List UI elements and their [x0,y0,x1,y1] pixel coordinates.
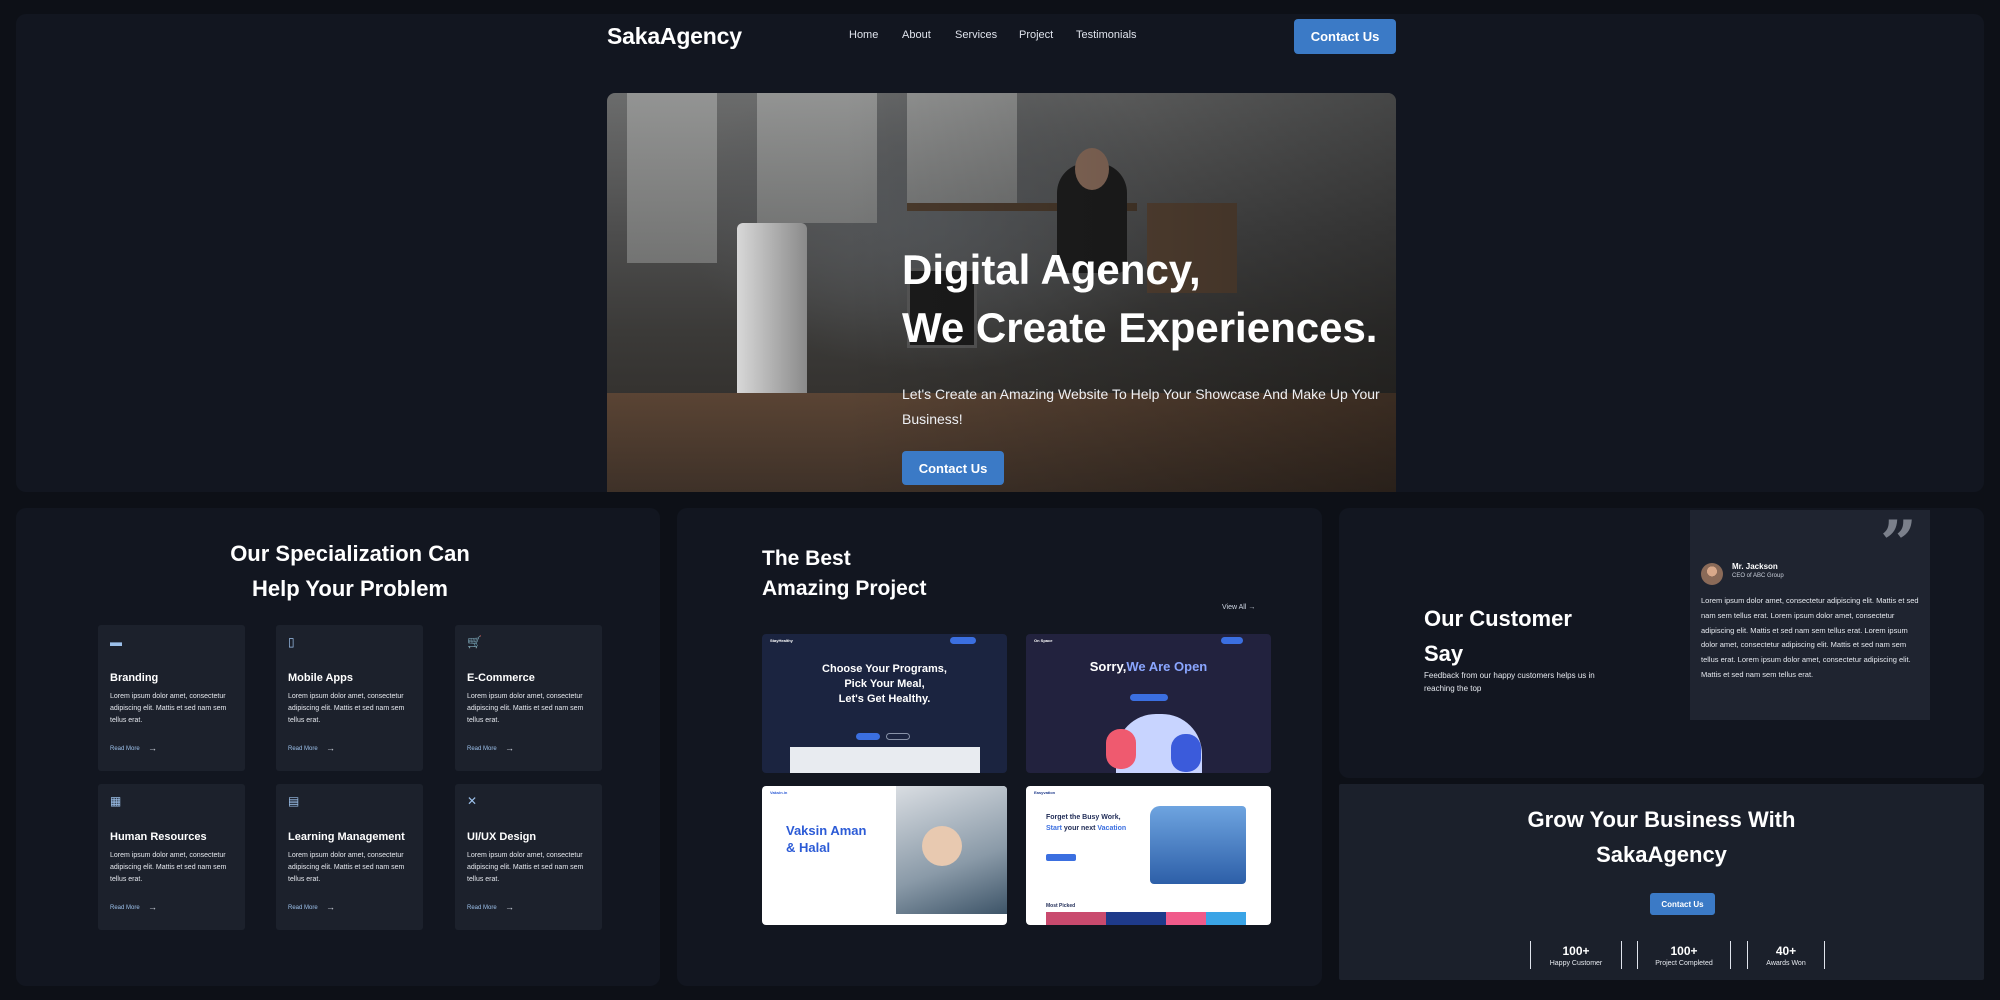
grow-title: Grow Your Business With SakaAgency [1527,807,1796,867]
read-more-link[interactable]: Read More [288,905,318,911]
service-description: Lorem ipsum dolor amet, consectetur adip… [288,852,405,883]
service-title: E-Commerce [467,672,535,684]
testimonial-name: Mr. Jackson [1732,562,1778,571]
project-card-vaksin[interactable]: Vaksin.in Vaksin Aman & Halal [762,786,1007,925]
arrow-right-icon[interactable]: → [326,902,335,912]
service-title: Mobile Apps [288,672,353,684]
branding-icon: ▬ [110,635,122,649]
stat-project-completed: 100+ Project Completed [1637,941,1731,969]
stat-awards-won: 40+ Awards Won [1747,941,1825,969]
testimonial-body: Lorem ipsum dolor amet, consectetur adip… [1701,596,1919,679]
project-brand: Easyvation [1034,790,1056,795]
service-card: ▯ Mobile Apps Lorem ipsum dolor amet, co… [276,625,423,771]
service-card: 🛒 E-Commerce Lorem ipsum dolor amet, con… [455,625,602,771]
testimonial-role: CEO of ABC Group [1732,573,1784,579]
illustration-figure [1106,729,1136,769]
specialization-title: Our Specialization Can Help Your Problem [230,541,470,601]
project-card-onspace[interactable]: On Space Sorry,We Are Open [1026,634,1271,773]
cart-icon: 🛒 [467,635,482,649]
customers-subtitle: Feedback from our happy customers helps … [1424,671,1595,693]
nav-home[interactable]: Home [849,29,878,41]
project-brand: Vaksin.in [770,790,788,795]
nav-services[interactable]: Services [955,29,997,41]
project-headline: Vaksin Aman & Halal [786,823,867,855]
project-headline: Forget the Busy Work, Start your next Va… [1046,814,1127,832]
project-headline: Choose Your Programs, Pick Your Meal, Le… [822,663,947,705]
project-headline: Sorry,We Are Open [1089,659,1208,674]
read-more-link[interactable]: Read More [467,905,497,911]
read-more-link[interactable]: Read More [467,746,497,752]
service-description: Lorem ipsum dolor amet, consectetur adip… [467,852,584,883]
project-card-easyvation[interactable]: Easyvation Forget the Busy Work, Start y… [1026,786,1271,925]
arrow-right-icon[interactable]: → [505,743,514,753]
mini-button [1046,854,1076,861]
mini-outline-button [886,733,910,740]
mini-button [1130,694,1168,701]
section-label: Most Picked [1046,903,1076,909]
arrow-right-icon: → [1248,604,1256,611]
project-brand: On Space [1034,638,1053,643]
hero-image: Digital Agency, We Create Experiences. L… [607,93,1396,492]
nav-testimonials[interactable]: Testimonials [1076,29,1137,41]
project-thumbnail-strip [1046,912,1246,925]
hero-subtitle: Let's Create an Amazing Website To Help … [902,386,1380,427]
mini-button [950,637,976,644]
service-description: Lorem ipsum dolor amet, consectetur adip… [110,852,227,883]
testimonial-card: ” Mr. Jackson CEO of ABC Group Lorem ips… [1690,510,1930,720]
grow-contact-button[interactable]: Contact Us [1650,893,1715,915]
illustration-figure [1171,734,1201,772]
arrow-right-icon[interactable]: → [148,902,157,912]
mobile-icon: ▯ [288,635,295,649]
service-title: Branding [110,672,159,684]
illustration-figure [922,826,962,866]
service-card: ▦ Human Resources Lorem ipsum dolor amet… [98,784,245,930]
arrow-right-icon[interactable]: → [326,743,335,753]
service-description: Lorem ipsum dolor amet, consectetur adip… [110,693,227,724]
view-all-link[interactable]: View All → [1222,604,1255,611]
service-card: ✕ UI/UX Design Lorem ipsum dolor amet, c… [455,784,602,930]
nav-about[interactable]: About [902,29,931,41]
service-title: UI/UX Design [467,831,537,843]
project-preview-image [790,747,980,773]
mini-button [1221,637,1243,644]
avatar [1701,563,1723,585]
hero-contact-button[interactable]: Contact Us [902,451,1004,485]
read-more-link[interactable]: Read More [288,746,318,752]
site-logo[interactable]: SakaAgency [607,23,742,50]
learning-icon: ▤ [288,794,300,808]
service-title: Human Resources [110,831,207,843]
service-card: ▬ Branding Lorem ipsum dolor amet, conse… [98,625,245,771]
read-more-link[interactable]: Read More [110,905,140,911]
tools-icon: ✕ [467,794,478,808]
stat-happy-customer: 100+ Happy Customer [1530,941,1622,969]
mini-button [856,733,880,740]
arrow-right-icon[interactable]: → [505,902,514,912]
people-icon: ▦ [110,794,122,808]
header-contact-button[interactable]: Contact Us [1294,19,1396,54]
read-more-link[interactable]: Read More [110,746,140,752]
projects-title: The Best Amazing Project [762,547,927,600]
hero-title: Digital Agency, We Create Experiences. [902,246,1378,351]
service-card: ▤ Learning Management Lorem ipsum dolor … [276,784,423,930]
project-card-stayhealthy[interactable]: StayHealthy Choose Your Programs, Pick Y… [762,634,1007,773]
quote-icon: ” [1880,507,1917,582]
customers-title: Our Customer Say [1424,606,1572,666]
arrow-right-icon[interactable]: → [148,743,157,753]
project-preview-image [1150,806,1246,884]
service-description: Lorem ipsum dolor amet, consectetur adip… [288,693,405,724]
project-brand: StayHealthy [770,638,793,643]
nav-project[interactable]: Project [1019,29,1053,41]
service-title: Learning Management [288,831,405,843]
service-description: Lorem ipsum dolor amet, consectetur adip… [467,693,584,724]
